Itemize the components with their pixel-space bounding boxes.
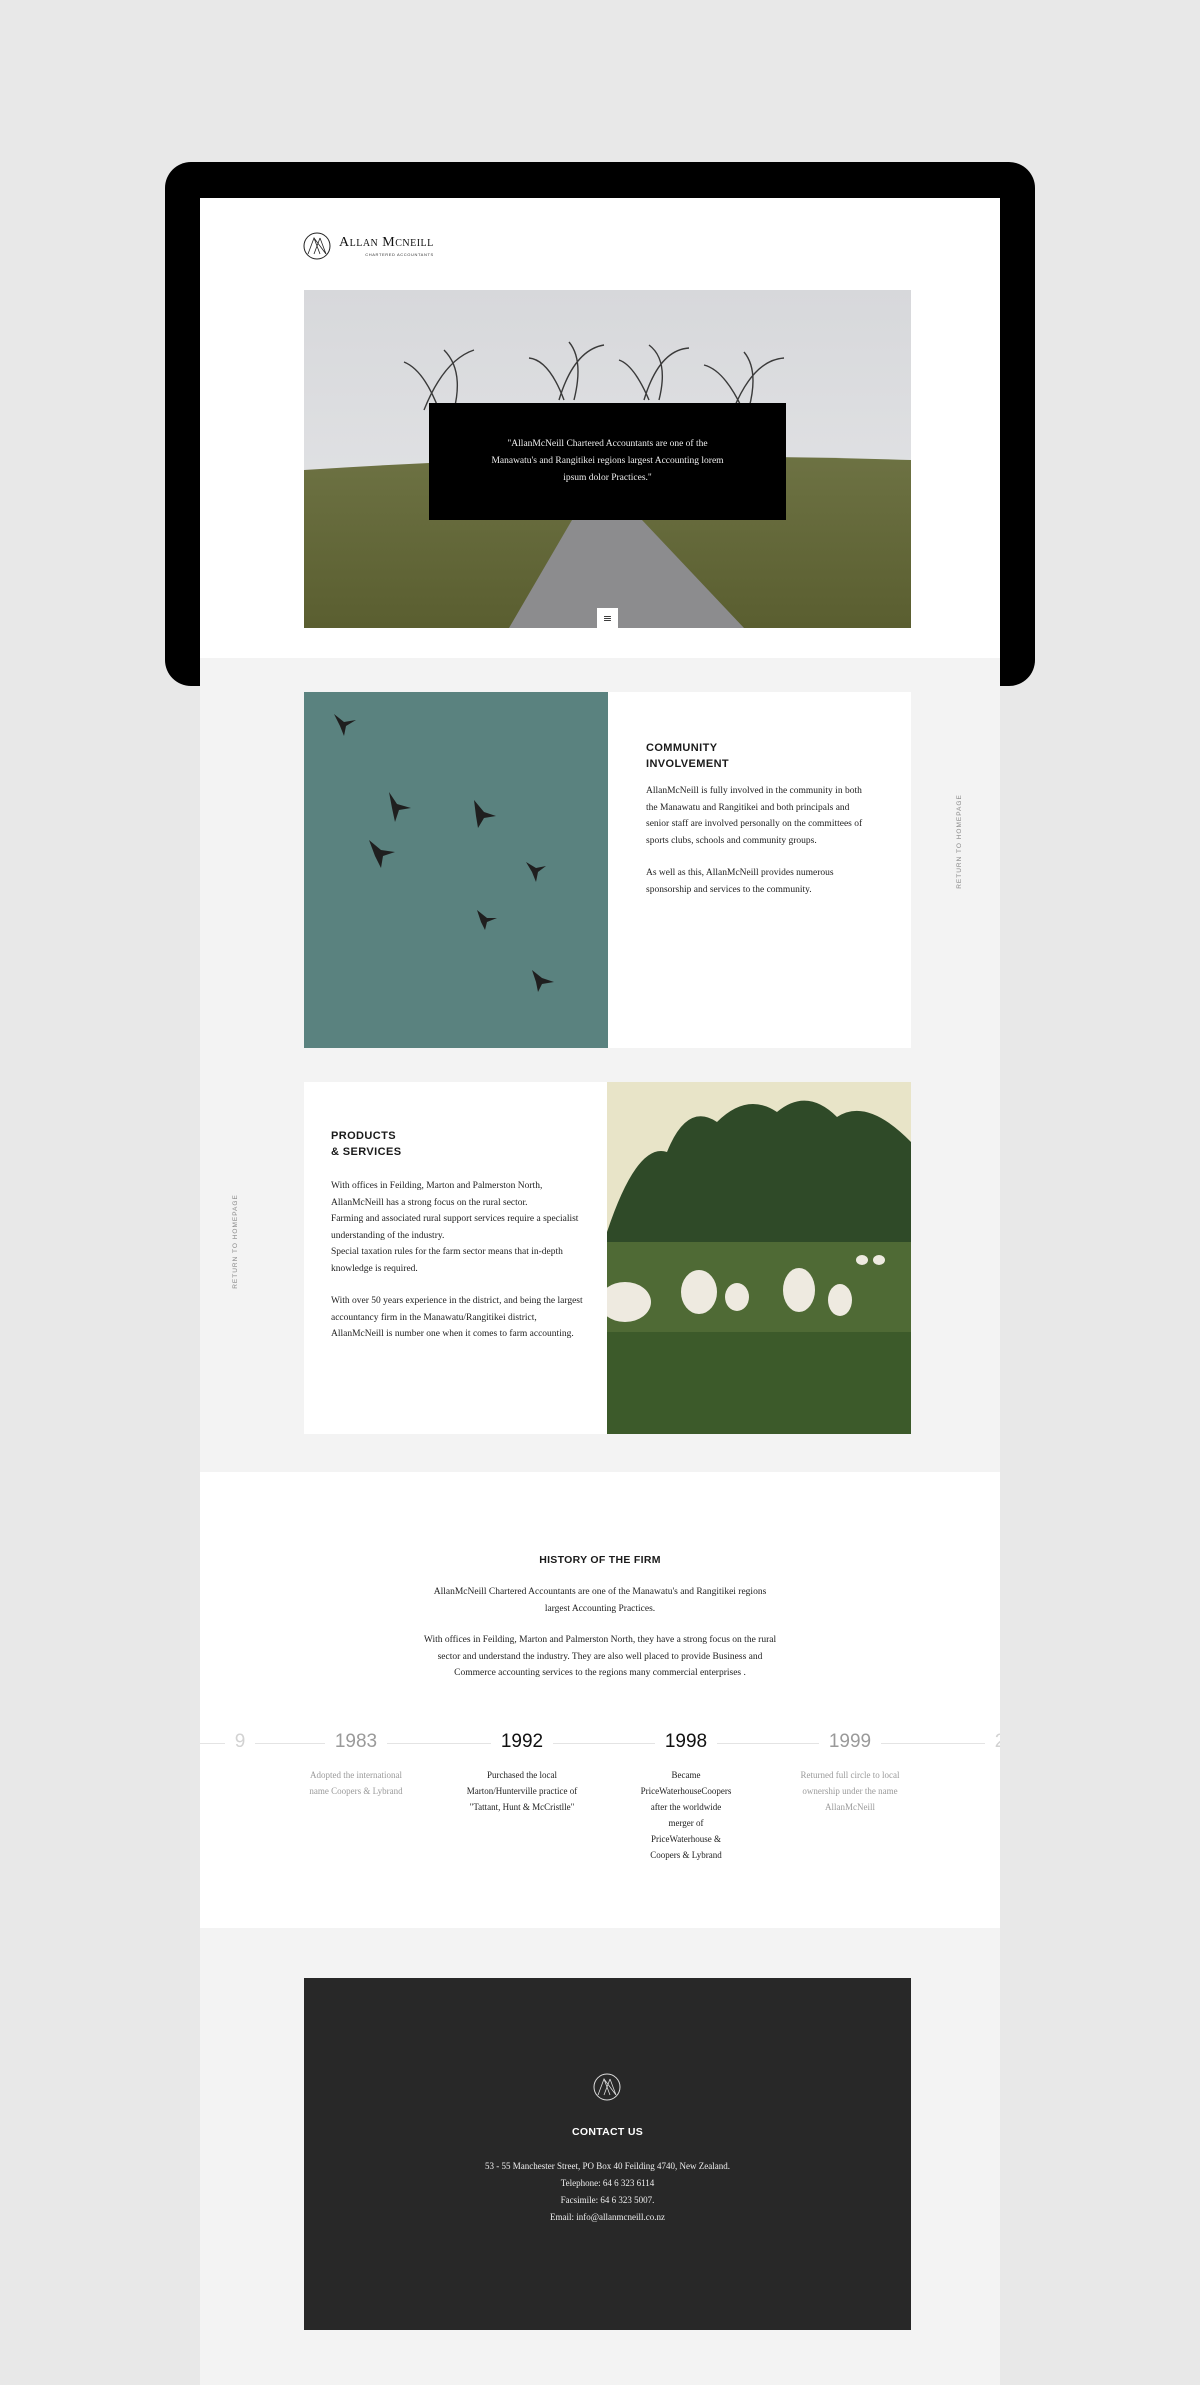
logo[interactable]: Allan Mcneill CHARTERED ACCOUNTANTS — [303, 232, 434, 260]
products-paragraph: With offices in Feilding, Marton and Pal… — [331, 1181, 579, 1274]
hero-quote-box: "AllanMcNeill Chartered Accountants are … — [429, 403, 786, 520]
logo-mark-icon — [303, 232, 331, 260]
products-paragraph: With over 50 years experience in the dis… — [331, 1296, 583, 1339]
contact-title: CONTACT US — [571, 2126, 644, 2138]
sheep-image — [599, 1082, 911, 1434]
timeline-year: 1998 — [654, 1731, 718, 1753]
logo-mark-icon — [593, 2073, 621, 2101]
timeline-year: 2 — [984, 1731, 1000, 1753]
history-section: HISTORY OF THE FIRM AllanMcNeill Charter… — [200, 1472, 1000, 1928]
timeline-description: Adopted the international name Coopers &… — [309, 1770, 403, 1796]
sheep-illustration — [599, 1082, 911, 1434]
contact-section: CONTACT US 53 - 55 Manchester Street, PO… — [304, 1978, 911, 2330]
timeline-item[interactable]: 1999 Returned full circle to local owner… — [780, 1731, 920, 1815]
contact-address: 53 - 55 Manchester Street, PO Box 40 Fei… — [485, 2161, 730, 2171]
products-body: With offices in Feilding, Marton and Pal… — [331, 1178, 591, 1359]
timeline-description: Returned full circle to local ownership … — [800, 1770, 900, 1812]
contact-details: 53 - 55 Manchester Street, PO Box 40 Fei… — [304, 2158, 911, 2226]
timeline-year: 9 — [224, 1731, 256, 1753]
timeline-item[interactable]: 1983 Adopted the international name Coop… — [286, 1731, 426, 1799]
products-section: PRODUCTS & SERVICES With offices in Feil… — [304, 1082, 911, 1434]
hero-image: "AllanMcNeill Chartered Accountants are … — [304, 290, 911, 628]
menu-button[interactable]: ≡ — [597, 608, 618, 628]
community-body: AllanMcNeill is fully involved in the co… — [646, 783, 866, 914]
history-intro: AllanMcNeill Chartered Accountants are o… — [433, 1587, 767, 1614]
timeline-item[interactable]: 1998 Became PriceWaterhouseCoopers after… — [616, 1731, 756, 1863]
brand-tagline: CHARTERED ACCOUNTANTS — [365, 252, 434, 257]
timeline-year: 1992 — [490, 1731, 554, 1753]
birds-illustration — [304, 692, 608, 1048]
timeline-description: Purchased the local Marton/Hunterville p… — [466, 1770, 578, 1812]
community-section: COMMUNITY INVOLVEMENT AllanMcNeill is fu… — [304, 692, 911, 1048]
hero-quote: "AllanMcNeill Chartered Accountants are … — [491, 439, 724, 483]
contact-facsimile: Facsimile: 64 6 323 5007. — [560, 2195, 655, 2205]
community-paragraph: AllanMcNeill is fully involved in the co… — [646, 786, 863, 846]
birds-image — [304, 692, 608, 1048]
timeline-item[interactable]: 9 — [200, 1731, 280, 1753]
timeline-item[interactable]: 2 — [930, 1731, 1000, 1753]
brand-name: Allan Mcneill — [339, 235, 434, 250]
timeline-year: 1999 — [818, 1731, 882, 1753]
timeline-description: Became PriceWaterhouseCoopers after the … — [640, 1770, 732, 1860]
contact-telephone: Telephone: 64 6 323 6114 — [560, 2178, 655, 2188]
timeline-item[interactable]: 1992 Purchased the local Marton/Huntervi… — [452, 1731, 592, 1815]
website-page: Allan Mcneill CHARTERED ACCOUNTANTS "All… — [200, 198, 1000, 2385]
return-to-homepage-link[interactable]: RETURN TO HOMEPAGE — [956, 794, 963, 889]
contact-email[interactable]: Email: info@allanmcneill.co.nz — [304, 2209, 911, 2226]
community-title: COMMUNITY INVOLVEMENT — [646, 742, 730, 770]
hamburger-icon: ≡ — [602, 611, 613, 625]
timeline-year: 1983 — [324, 1731, 388, 1753]
history-title: HISTORY OF THE FIRM — [539, 1554, 661, 1566]
products-title: PRODUCTS & SERVICES — [331, 1130, 402, 1158]
history-intro: With offices in Feilding, Marton and Pal… — [423, 1635, 777, 1678]
return-to-homepage-link[interactable]: RETURN TO HOMEPAGE — [232, 1194, 239, 1289]
community-paragraph: As well as this, AllanMcNeill provides n… — [646, 868, 834, 895]
